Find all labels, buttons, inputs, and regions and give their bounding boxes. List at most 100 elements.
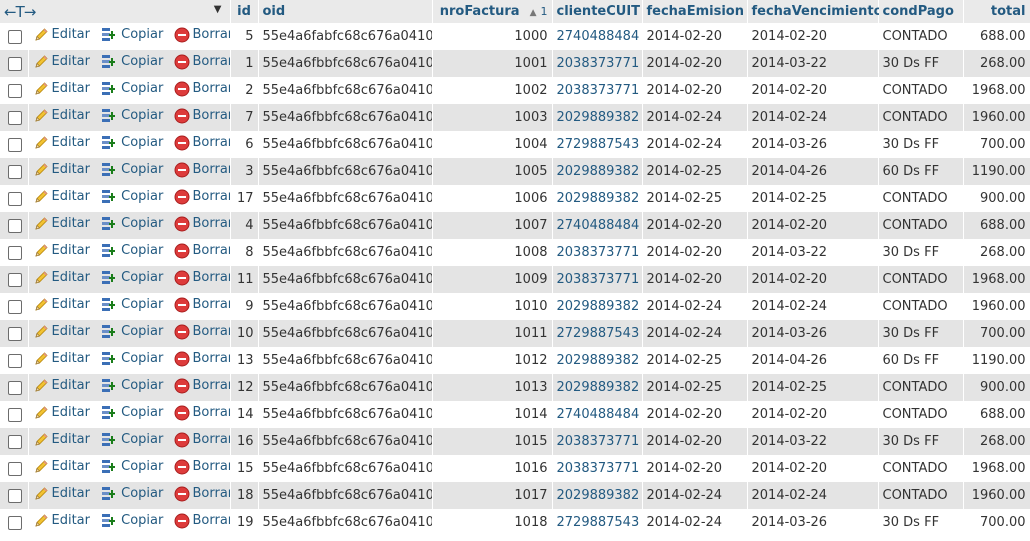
copy-button[interactable]: Copiar [100, 351, 163, 367]
delete-button[interactable]: Borrar [174, 486, 229, 502]
cell-clienteCUIT[interactable]: 2038373771 [552, 455, 643, 482]
edit-button[interactable]: Editar [33, 459, 90, 475]
edit-button[interactable]: Editar [33, 54, 90, 70]
copy-button[interactable]: Copiar [100, 81, 163, 97]
cell-clienteCUIT[interactable]: 2029889382 [552, 104, 643, 131]
cell-clienteCUIT[interactable]: 2729887543 [552, 509, 643, 536]
row-checkbox[interactable] [8, 434, 22, 449]
col-header-clienteCUIT[interactable]: clienteCUIT [552, 0, 643, 23]
copy-button[interactable]: Copiar [100, 459, 163, 475]
delete-button[interactable]: Borrar [174, 432, 229, 448]
col-header-nroFactura-label[interactable]: nroFactura [440, 4, 520, 19]
copy-button[interactable]: Copiar [100, 135, 163, 151]
copy-button[interactable]: Copiar [100, 513, 163, 529]
row-checkbox[interactable] [8, 56, 22, 71]
delete-button[interactable]: Borrar [174, 324, 229, 340]
delete-button[interactable]: Borrar [174, 54, 229, 70]
copy-button[interactable]: Copiar [100, 108, 163, 124]
cell-clienteCUIT[interactable]: 2740488484 [552, 23, 643, 50]
delete-button[interactable]: Borrar [174, 216, 229, 232]
cell-clienteCUIT[interactable]: 2038373771 [552, 50, 643, 77]
delete-button[interactable]: Borrar [174, 108, 229, 124]
cell-clienteCUIT[interactable]: 2729887543 [552, 131, 643, 158]
copy-button[interactable]: Copiar [100, 405, 163, 421]
cell-clienteCUIT[interactable]: 2740488484 [552, 212, 643, 239]
column-tools-header[interactable]: ←T→ ▼ [0, 0, 231, 23]
copy-button[interactable]: Copiar [100, 432, 163, 448]
copy-button[interactable]: Copiar [100, 54, 163, 70]
delete-button[interactable]: Borrar [174, 135, 229, 151]
row-checkbox[interactable] [8, 515, 22, 530]
col-header-oid[interactable]: oid [258, 0, 433, 23]
copy-button[interactable]: Copiar [100, 216, 163, 232]
row-checkbox[interactable] [8, 218, 22, 233]
cell-clienteCUIT[interactable]: 2029889382 [552, 293, 643, 320]
delete-button[interactable]: Borrar [174, 405, 229, 421]
row-checkbox[interactable] [8, 272, 22, 287]
delete-button[interactable]: Borrar [174, 297, 229, 313]
copy-button[interactable]: Copiar [100, 27, 163, 43]
cell-clienteCUIT[interactable]: 2029889382 [552, 482, 643, 509]
copy-button[interactable]: Copiar [100, 162, 163, 178]
delete-button[interactable]: Borrar [174, 243, 229, 259]
edit-button[interactable]: Editar [33, 162, 90, 178]
cell-clienteCUIT[interactable]: 2038373771 [552, 239, 643, 266]
col-header-fechaVencimiento[interactable]: fechaVencimiento [747, 0, 883, 23]
chevron-down-icon[interactable]: ▼ [214, 4, 222, 15]
delete-button[interactable]: Borrar [174, 270, 229, 286]
cell-clienteCUIT[interactable]: 2729887543 [552, 320, 643, 347]
delete-button[interactable]: Borrar [174, 189, 229, 205]
copy-button[interactable]: Copiar [100, 270, 163, 286]
copy-button[interactable]: Copiar [100, 297, 163, 313]
column-nav-arrows[interactable]: ←T→ [4, 3, 36, 21]
delete-button[interactable]: Borrar [174, 162, 229, 178]
row-checkbox[interactable] [8, 137, 22, 152]
edit-button[interactable]: Editar [33, 27, 90, 43]
delete-button[interactable]: Borrar [174, 378, 229, 394]
edit-button[interactable]: Editar [33, 135, 90, 151]
edit-button[interactable]: Editar [33, 486, 90, 502]
edit-button[interactable]: Editar [33, 216, 90, 232]
edit-button[interactable]: Editar [33, 324, 90, 340]
cell-clienteCUIT[interactable]: 2038373771 [552, 266, 643, 293]
cell-clienteCUIT[interactable]: 2038373771 [552, 77, 643, 104]
row-checkbox[interactable] [8, 407, 22, 422]
row-checkbox[interactable] [8, 83, 22, 98]
delete-button[interactable]: Borrar [174, 27, 229, 43]
row-checkbox[interactable] [8, 326, 22, 341]
copy-button[interactable]: Copiar [100, 324, 163, 340]
col-header-fechaEmision[interactable]: fechaEmision [642, 0, 748, 23]
col-header-id[interactable]: id [230, 0, 259, 23]
delete-button[interactable]: Borrar [174, 351, 229, 367]
edit-button[interactable]: Editar [33, 108, 90, 124]
row-checkbox[interactable] [8, 461, 22, 476]
delete-button[interactable]: Borrar [174, 81, 229, 97]
row-checkbox[interactable] [8, 488, 22, 503]
edit-button[interactable]: Editar [33, 432, 90, 448]
edit-button[interactable]: Editar [33, 81, 90, 97]
row-checkbox[interactable] [8, 245, 22, 260]
cell-clienteCUIT[interactable]: 2740488484 [552, 401, 643, 428]
copy-button[interactable]: Copiar [100, 486, 163, 502]
col-header-condPago[interactable]: condPago [878, 0, 964, 23]
cell-clienteCUIT[interactable]: 2029889382 [552, 374, 643, 401]
copy-button[interactable]: Copiar [100, 378, 163, 394]
row-checkbox[interactable] [8, 191, 22, 206]
row-checkbox[interactable] [8, 299, 22, 314]
edit-button[interactable]: Editar [33, 243, 90, 259]
edit-button[interactable]: Editar [33, 405, 90, 421]
row-checkbox[interactable] [8, 353, 22, 368]
edit-button[interactable]: Editar [33, 189, 90, 205]
col-header-nroFactura[interactable]: nroFactura ▲ 1 [432, 0, 553, 23]
delete-button[interactable]: Borrar [174, 513, 229, 529]
edit-button[interactable]: Editar [33, 513, 90, 529]
edit-button[interactable]: Editar [33, 378, 90, 394]
row-checkbox[interactable] [8, 110, 22, 125]
edit-button[interactable]: Editar [33, 297, 90, 313]
row-checkbox[interactable] [8, 380, 22, 395]
row-checkbox[interactable] [8, 29, 22, 44]
edit-button[interactable]: Editar [33, 270, 90, 286]
copy-button[interactable]: Copiar [100, 189, 163, 205]
cell-clienteCUIT[interactable]: 2029889382 [552, 347, 643, 374]
copy-button[interactable]: Copiar [100, 243, 163, 259]
